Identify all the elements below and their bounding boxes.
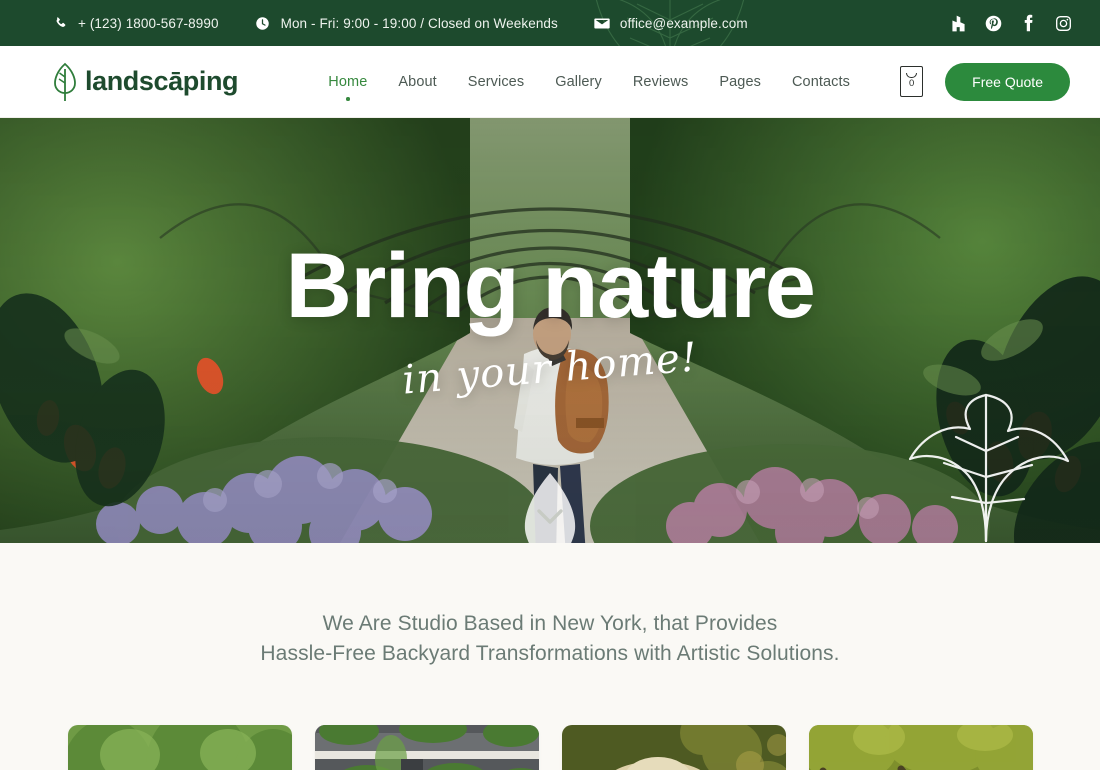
leaf-logo-icon bbox=[52, 62, 78, 102]
main-navigation: Home About Services Gallery Reviews Page… bbox=[278, 70, 900, 101]
topbar-email[interactable]: office@example.com bbox=[594, 15, 748, 31]
pinterest-icon[interactable] bbox=[984, 14, 1002, 32]
hero-title: Bring nature bbox=[285, 234, 816, 337]
nav-item-reviews[interactable]: Reviews bbox=[633, 70, 689, 94]
envelope-icon bbox=[594, 15, 610, 31]
chevron-down-icon bbox=[524, 473, 576, 543]
nav-item-services[interactable]: Services bbox=[468, 70, 524, 94]
intro-section: We Are Studio Based in New York, that Pr… bbox=[0, 543, 1100, 669]
intro-line-2: Hassle-Free Backyard Transformations wit… bbox=[260, 641, 840, 665]
nav-item-contacts[interactable]: Contacts bbox=[792, 70, 850, 94]
hero-section: Bring nature in your home! bbox=[0, 118, 1100, 543]
topbar-hours: Mon - Fri: 9:00 - 19:00 / Closed on Week… bbox=[255, 15, 558, 31]
card-hedge-garden[interactable] bbox=[67, 724, 292, 770]
topbar-phone[interactable]: + (123) 1800-567-8990 bbox=[52, 15, 219, 31]
site-logo[interactable]: landscāping bbox=[52, 62, 239, 102]
logo-text: landscāping bbox=[85, 66, 239, 96]
hero-subtitle: in your home! bbox=[400, 333, 700, 404]
clock-icon bbox=[255, 15, 271, 31]
feature-cards bbox=[0, 668, 1100, 770]
intro-line-1: We Are Studio Based in New York, that Pr… bbox=[322, 612, 778, 635]
scroll-down-button[interactable] bbox=[514, 469, 586, 543]
cart-count: 0 bbox=[909, 78, 915, 90]
nav-item-about[interactable]: About bbox=[398, 70, 436, 94]
topbar-social-links bbox=[949, 14, 1072, 32]
topbar-hours-text: Mon - Fri: 9:00 - 19:00 / Closed on Week… bbox=[280, 15, 558, 31]
nav-item-home[interactable]: Home bbox=[328, 70, 367, 101]
card-balcony-planters[interactable] bbox=[314, 724, 539, 770]
phone-icon bbox=[52, 15, 68, 31]
intro-text: We Are Studio Based in New York, that Pr… bbox=[0, 609, 1100, 669]
free-quote-button[interactable]: Free Quote bbox=[945, 62, 1070, 101]
topbar: + (123) 1800-567-8990 Mon - Fri: 9:00 - … bbox=[0, 0, 1100, 46]
facebook-icon[interactable] bbox=[1019, 14, 1037, 32]
houzz-icon[interactable] bbox=[949, 14, 967, 32]
shopping-bag-icon[interactable]: 0 bbox=[900, 66, 924, 97]
card-gardener-portrait[interactable] bbox=[561, 724, 786, 770]
site-header: landscāping Home About Services Gallery … bbox=[0, 46, 1100, 118]
topbar-email-text: office@example.com bbox=[619, 15, 748, 31]
nav-item-pages[interactable]: Pages bbox=[719, 70, 761, 94]
card-tree-canopy[interactable] bbox=[808, 724, 1033, 770]
header-actions: 0 Free Quote bbox=[900, 62, 1070, 101]
topbar-phone-text: + (123) 1800-567-8990 bbox=[78, 15, 219, 31]
nav-item-gallery[interactable]: Gallery bbox=[555, 70, 602, 94]
instagram-icon[interactable] bbox=[1054, 14, 1072, 32]
